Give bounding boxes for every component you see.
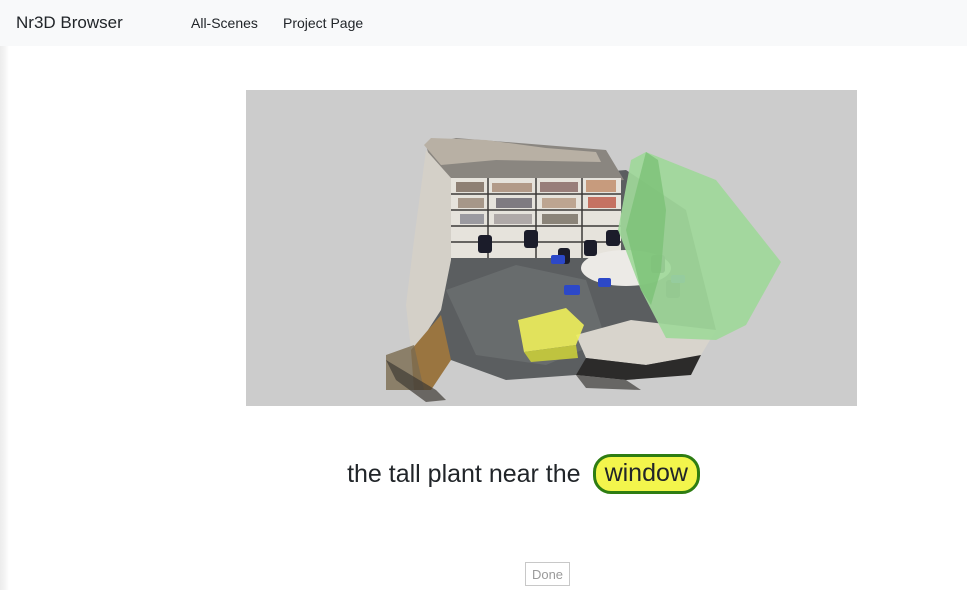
top-navbar: Nr3D Browser All-Scenes Project Page: [0, 0, 967, 46]
scene-render: [386, 138, 781, 402]
sidebar-edge: [0, 46, 9, 590]
referring-utterance: the tall plant near the window: [0, 452, 967, 496]
nav-link-all-scenes[interactable]: All-Scenes: [191, 15, 258, 31]
brand-link[interactable]: Nr3D Browser: [16, 13, 123, 33]
scene-3d-viewer[interactable]: [246, 90, 857, 406]
done-button[interactable]: Done: [525, 562, 570, 586]
utterance-prefix: the tall plant near the: [347, 459, 581, 488]
nav-link-project-page[interactable]: Project Page: [283, 15, 363, 31]
target-word-badge: window: [592, 454, 700, 494]
